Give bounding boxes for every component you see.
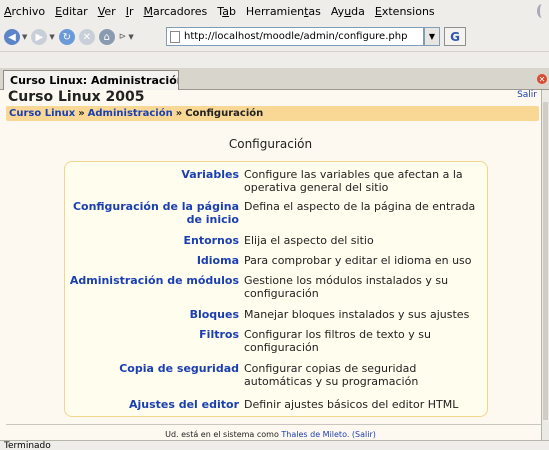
user-profile-link[interactable]: Thales de Mileto.	[281, 430, 349, 439]
menu-tab[interactable]: Tab	[217, 5, 236, 18]
config-desc: Configurar los filtros de texto y su con…	[244, 328, 431, 354]
config-desc: Elija el aspecto del sitio	[244, 234, 374, 247]
config-link-editor[interactable]: Ajustes del editor	[59, 398, 239, 411]
breadcrumb-separator: »	[78, 108, 85, 119]
url-history-dropdown[interactable]: ▼	[424, 27, 440, 46]
config-desc: Manejar bloques instalados y sus ajustes	[244, 308, 470, 321]
breadcrumb-administracion[interactable]: Administración	[88, 108, 173, 119]
page-menu-button[interactable]: ⊳ ▼	[119, 27, 134, 47]
stop-button[interactable]: ✕	[78, 27, 95, 47]
dropdown-icon: ▼	[128, 33, 134, 41]
reload-icon: ↻	[58, 29, 75, 45]
login-info-prefix: Ud. está en el sistema como	[165, 430, 279, 439]
back-arrow-icon: ◀	[4, 29, 20, 45]
menu-ver[interactable]: Ver	[98, 5, 116, 18]
vertical-scrollbar[interactable]	[541, 90, 549, 440]
page-menu-icon: ⊳	[118, 32, 127, 42]
menu-marcadores[interactable]: Marcadores	[143, 5, 207, 18]
forward-button[interactable]: ▶ ▼	[31, 27, 55, 47]
login-info: Ud. está en el sistema como Thales de Mi…	[0, 430, 541, 439]
footer-logout-link[interactable]: (Salir)	[352, 430, 376, 439]
breadcrumb-curso-linux[interactable]: Curso Linux	[9, 108, 75, 119]
tab-active[interactable]: Curso Linux: Administración...	[3, 70, 179, 90]
breadcrumb-separator: »	[175, 108, 183, 119]
config-link-bloques[interactable]: Bloques	[59, 308, 239, 321]
footer-divider	[6, 424, 541, 425]
browser-menubar: Archivo Editar Ver Ir Marcadores Tab Her…	[0, 0, 549, 23]
configuration-menu: Variables Configure las variables que af…	[64, 161, 488, 417]
config-link-modulos[interactable]: Administración de módulos	[19, 274, 239, 287]
forward-arrow-icon: ▶	[31, 29, 48, 45]
config-link-entornos[interactable]: Entornos	[59, 234, 239, 247]
navigation-toolbar: ◀ ▼ ▶ ▼ ↻ ✕ ⌂ ⊳ ▼ http://localhost/moodle/a…	[0, 23, 549, 51]
go-icon: G	[450, 29, 460, 44]
home-icon: ⌂	[98, 29, 115, 45]
go-button[interactable]: G	[444, 27, 466, 46]
menu-ir[interactable]: Ir	[126, 5, 134, 18]
config-link-variables[interactable]: Variables	[59, 168, 239, 181]
stop-icon: ✕	[78, 29, 95, 45]
site-header: Curso Linux 2005 Salir	[0, 90, 541, 106]
url-bar[interactable]: http://localhost/moodle/admin/configure.…	[166, 27, 424, 46]
status-bar: Terminado	[0, 440, 549, 450]
throbber-icon	[537, 4, 547, 18]
tab-title: Curso Linux: Administración...	[10, 74, 179, 87]
bookmarks-toolbar	[0, 51, 549, 68]
page-title: Configuración	[228, 137, 313, 151]
menu-extensions[interactable]: Extensions	[375, 5, 435, 18]
config-link-pagina-inicio[interactable]: Configuración de la página de inicio	[59, 200, 239, 226]
config-link-filtros[interactable]: Filtros	[59, 328, 239, 341]
back-button[interactable]: ◀ ▼	[4, 27, 27, 47]
breadcrumb: Curso Linux » Administración » Configura…	[6, 106, 539, 121]
tab-strip: Curso Linux: Administración... ✕	[0, 68, 549, 90]
page-content: Curso Linux 2005 Salir Curso Linux » Adm…	[0, 90, 541, 440]
menu-herramientas[interactable]: Herramientas	[246, 5, 321, 18]
config-desc: Para comprobar y editar el idioma en uso	[244, 254, 472, 267]
home-button[interactable]: ⌂	[98, 27, 115, 47]
menu-archivo[interactable]: Archivo	[4, 5, 45, 18]
config-desc: Defina el aspecto de la página de entrad…	[244, 200, 476, 213]
menu-editar[interactable]: Editar	[55, 5, 88, 18]
config-desc: Gestione los módulos instalados y su con…	[244, 274, 449, 300]
config-link-copia-seguridad[interactable]: Copia de seguridad	[59, 362, 239, 375]
dropdown-icon: ▼	[22, 33, 28, 41]
close-tab-icon[interactable]: ✕	[537, 74, 547, 84]
menu-ayuda[interactable]: Ayuda	[331, 5, 365, 18]
config-link-idioma[interactable]: Idioma	[59, 254, 239, 267]
breadcrumb-current: Configuración	[185, 108, 264, 119]
page-icon	[170, 30, 180, 43]
logout-link[interactable]: Salir	[517, 90, 537, 100]
config-desc: Definir ajustes básicos del editor HTML	[244, 398, 459, 411]
scrollbar-thumb[interactable]	[543, 102, 548, 420]
config-desc: Configurar copias de seguridad automátic…	[244, 362, 419, 388]
site-title: Curso Linux 2005	[8, 90, 145, 105]
config-desc: Configure las variables que afectan a la…	[244, 168, 463, 194]
dropdown-icon: ▼	[49, 33, 55, 41]
status-text: Terminado	[4, 441, 51, 450]
url-text: http://localhost/moodle/admin/configure.…	[184, 31, 408, 42]
reload-button[interactable]: ↻	[58, 27, 75, 47]
